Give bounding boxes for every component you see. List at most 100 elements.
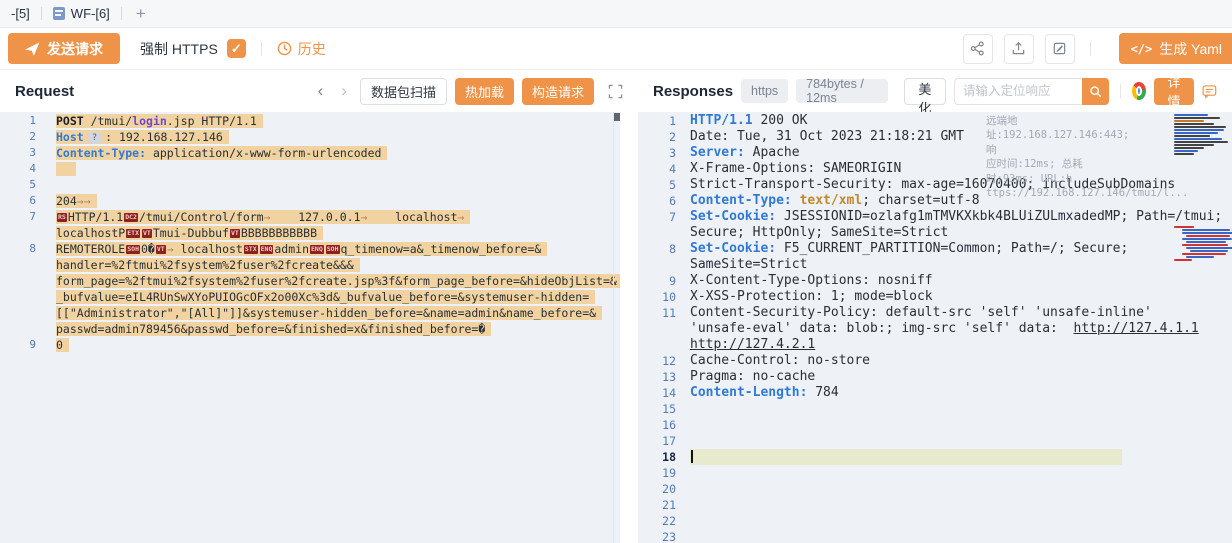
request-scrollbar[interactable] bbox=[613, 112, 620, 543]
construct-request-button[interactable]: 构造请求 bbox=[522, 78, 594, 105]
line-number: 22 bbox=[638, 513, 676, 529]
chrome-icon[interactable] bbox=[1132, 82, 1146, 100]
search-icon bbox=[1089, 85, 1102, 98]
request-line[interactable]: 90 bbox=[0, 337, 620, 353]
line-content bbox=[676, 497, 690, 513]
fullscreen-icon[interactable] bbox=[608, 84, 623, 99]
request-line[interactable]: 6204→→ bbox=[0, 193, 620, 209]
request-line[interactable]: 2Host?: 192.168.127.146 bbox=[0, 129, 620, 145]
request-line[interactable]: [["Administrator","[All]"]]&systemuser-h… bbox=[0, 305, 620, 321]
feedback-icon[interactable] bbox=[1202, 83, 1217, 100]
response-line[interactable]: 15 bbox=[638, 401, 1232, 417]
response-line[interactable]: 1HTTP/1.1 200 OK bbox=[638, 113, 1232, 129]
force-https-label: 强制 HTTPS bbox=[140, 39, 218, 59]
request-line[interactable]: 4 bbox=[0, 161, 620, 177]
tab-wf-6[interactable]: WF-[6] bbox=[42, 0, 121, 27]
force-https-checkbox[interactable]: ✓ bbox=[227, 39, 246, 58]
minimap-line bbox=[1174, 132, 1218, 134]
response-line[interactable]: 3Server: Apache bbox=[638, 145, 1232, 161]
request-line[interactable]: 7RSHTTP/1.1DC2/tmui/Control/form→ 127.0.… bbox=[0, 209, 620, 225]
response-line[interactable]: 12Cache-Control: no-store bbox=[638, 353, 1232, 369]
control-char-vt: VT bbox=[230, 229, 240, 238]
search-button[interactable] bbox=[1082, 78, 1109, 105]
response-line[interactable]: 22 bbox=[638, 513, 1232, 529]
code-token: Content-Length: bbox=[690, 385, 807, 400]
minimap-line bbox=[1182, 253, 1226, 255]
response-line[interactable]: 9X-Content-Type-Options: nosniff bbox=[638, 273, 1232, 289]
request-line[interactable]: passwd=admin789456&passwd_before=&finish… bbox=[0, 321, 620, 337]
response-line[interactable]: 13Pragma: no-cache bbox=[638, 369, 1232, 385]
line-content: [["Administrator","[All]"]]&systemuser-h… bbox=[36, 305, 602, 321]
response-line[interactable]: 2Date: Tue, 31 Oct 2023 21:18:21 GMT bbox=[638, 129, 1232, 145]
share-button[interactable] bbox=[963, 34, 993, 64]
response-line[interactable]: Secure; HttpOnly; SameSite=Strict bbox=[638, 225, 1232, 241]
share-icon bbox=[970, 41, 985, 56]
response-line[interactable]: http://127.4.2.1 bbox=[638, 337, 1232, 353]
response-line[interactable]: 4X-Frame-Options: SAMEORIGIN bbox=[638, 161, 1232, 177]
code-token: localhostP bbox=[56, 226, 125, 240]
request-line[interactable]: 1POST /tmui/login.jsp HTTP/1.1 bbox=[0, 113, 620, 129]
minimap-line bbox=[1174, 141, 1228, 143]
line-content: Content-Type: text/xml; charset=utf-8 bbox=[676, 193, 980, 209]
response-line[interactable]: 'unsafe-eval' data: blob:; img-src 'self… bbox=[638, 321, 1232, 337]
packet-scan-button[interactable]: 数据包扫描 bbox=[360, 78, 447, 105]
minimap[interactable] bbox=[1174, 114, 1230, 534]
response-line[interactable]: SameSite=Strict bbox=[638, 257, 1232, 273]
hot-reload-button[interactable]: 热加载 bbox=[455, 78, 514, 105]
line-number: 23 bbox=[638, 529, 676, 543]
request-line[interactable]: handler=%2ftmui%2fsystem%2fuser%2fcreate… bbox=[0, 257, 620, 273]
history-button[interactable]: 历史 bbox=[277, 39, 326, 59]
request-line[interactable]: form_page=%2ftmui%2fsystem%2fuser%2fcrea… bbox=[0, 273, 620, 289]
response-line[interactable]: 20 bbox=[638, 481, 1232, 497]
response-line[interactable]: 7Set-Cookie: JSESSIONID=ozlafg1mTMVKXkbk… bbox=[638, 209, 1232, 225]
export-button[interactable] bbox=[1004, 34, 1034, 64]
details-button[interactable]: 详情 bbox=[1154, 78, 1194, 105]
response-line[interactable]: 23 bbox=[638, 529, 1232, 543]
response-line[interactable]: 21 bbox=[638, 497, 1232, 513]
tab-bar: -[5] WF-[6] + bbox=[0, 0, 1232, 28]
control-char-stx: STX bbox=[244, 245, 258, 254]
response-line[interactable]: 16 bbox=[638, 417, 1232, 433]
send-request-button[interactable]: 发送请求 bbox=[8, 33, 120, 64]
line-number: 8 bbox=[638, 241, 676, 257]
response-line[interactable]: 8Set-Cookie: F5_CURRENT_PARTITION=Common… bbox=[638, 241, 1232, 257]
line-content: HTTP/1.1 200 OK bbox=[676, 113, 807, 129]
code-token: login bbox=[132, 114, 167, 128]
request-line[interactable]: 5 bbox=[0, 177, 620, 193]
code-token: JSESSIONID=ozlafg1mTMVKXkbk4BLUiZULmxade… bbox=[776, 209, 1222, 224]
code-token: text/xml bbox=[800, 193, 863, 208]
text-cursor bbox=[691, 450, 693, 463]
line-number bbox=[638, 337, 676, 353]
request-line[interactable]: localhostPETXVTTmui-DubbufVTBBBBBBBBBBB bbox=[0, 225, 620, 241]
response-line[interactable]: 14Content-Length: 784 bbox=[638, 385, 1232, 401]
history-prev-button[interactable]: ‹ bbox=[313, 81, 329, 101]
response-title: Responses bbox=[653, 83, 733, 100]
request-line[interactable]: _bufvalue=eIL4RUnSwXYoPUIOGcOFx2o00Xc%3d… bbox=[0, 289, 620, 305]
tab-5[interactable]: -[5] bbox=[0, 0, 41, 27]
response-line[interactable]: 11Content-Security-Policy: default-src '… bbox=[638, 305, 1232, 321]
line-content bbox=[36, 177, 56, 193]
line-content: Pragma: no-cache bbox=[676, 369, 815, 385]
line-content: 0 bbox=[36, 337, 69, 353]
scrollbar-thumb[interactable] bbox=[614, 113, 620, 121]
minimap-line bbox=[1174, 120, 1204, 122]
new-tab-button[interactable]: + bbox=[122, 4, 160, 24]
request-line[interactable]: 3Content-Type: application/x-www-form-ur… bbox=[0, 145, 620, 161]
response-line[interactable]: 18 bbox=[638, 449, 1232, 465]
request-line[interactable]: 8REMOTEROLESOH0�VT→ localhostSTXENQadmin… bbox=[0, 241, 620, 257]
history-next-button[interactable]: › bbox=[336, 81, 352, 101]
generate-yaml-button[interactable]: </> 生成 Yaml bbox=[1119, 33, 1232, 64]
line-content: 204→→ bbox=[36, 193, 97, 209]
line-content: 'unsafe-eval' data: blob:; img-src 'self… bbox=[676, 321, 1199, 337]
response-panel: Responses https 784bytes / 12ms 美化 详情 远端… bbox=[638, 70, 1232, 543]
request-editor[interactable]: 1POST /tmui/login.jsp HTTP/1.12Host?: 19… bbox=[0, 112, 620, 543]
response-editor[interactable]: 远端地址:192.168.127.146:443; 响 应时间:12ms; 总耗… bbox=[638, 112, 1232, 543]
line-content: Content-Security-Policy: default-src 'se… bbox=[676, 305, 1152, 321]
beautify-button[interactable]: 美化 bbox=[904, 78, 946, 105]
search-input[interactable] bbox=[954, 78, 1082, 105]
response-line[interactable]: 19 bbox=[638, 465, 1232, 481]
response-line[interactable]: 17 bbox=[638, 433, 1232, 449]
compose-button[interactable] bbox=[1045, 34, 1075, 64]
response-line[interactable]: 10X-XSS-Protection: 1; mode=block bbox=[638, 289, 1232, 305]
line-content: _bufvalue=eIL4RUnSwXYoPUIOGcOFx2o00Xc%3d… bbox=[36, 289, 595, 305]
